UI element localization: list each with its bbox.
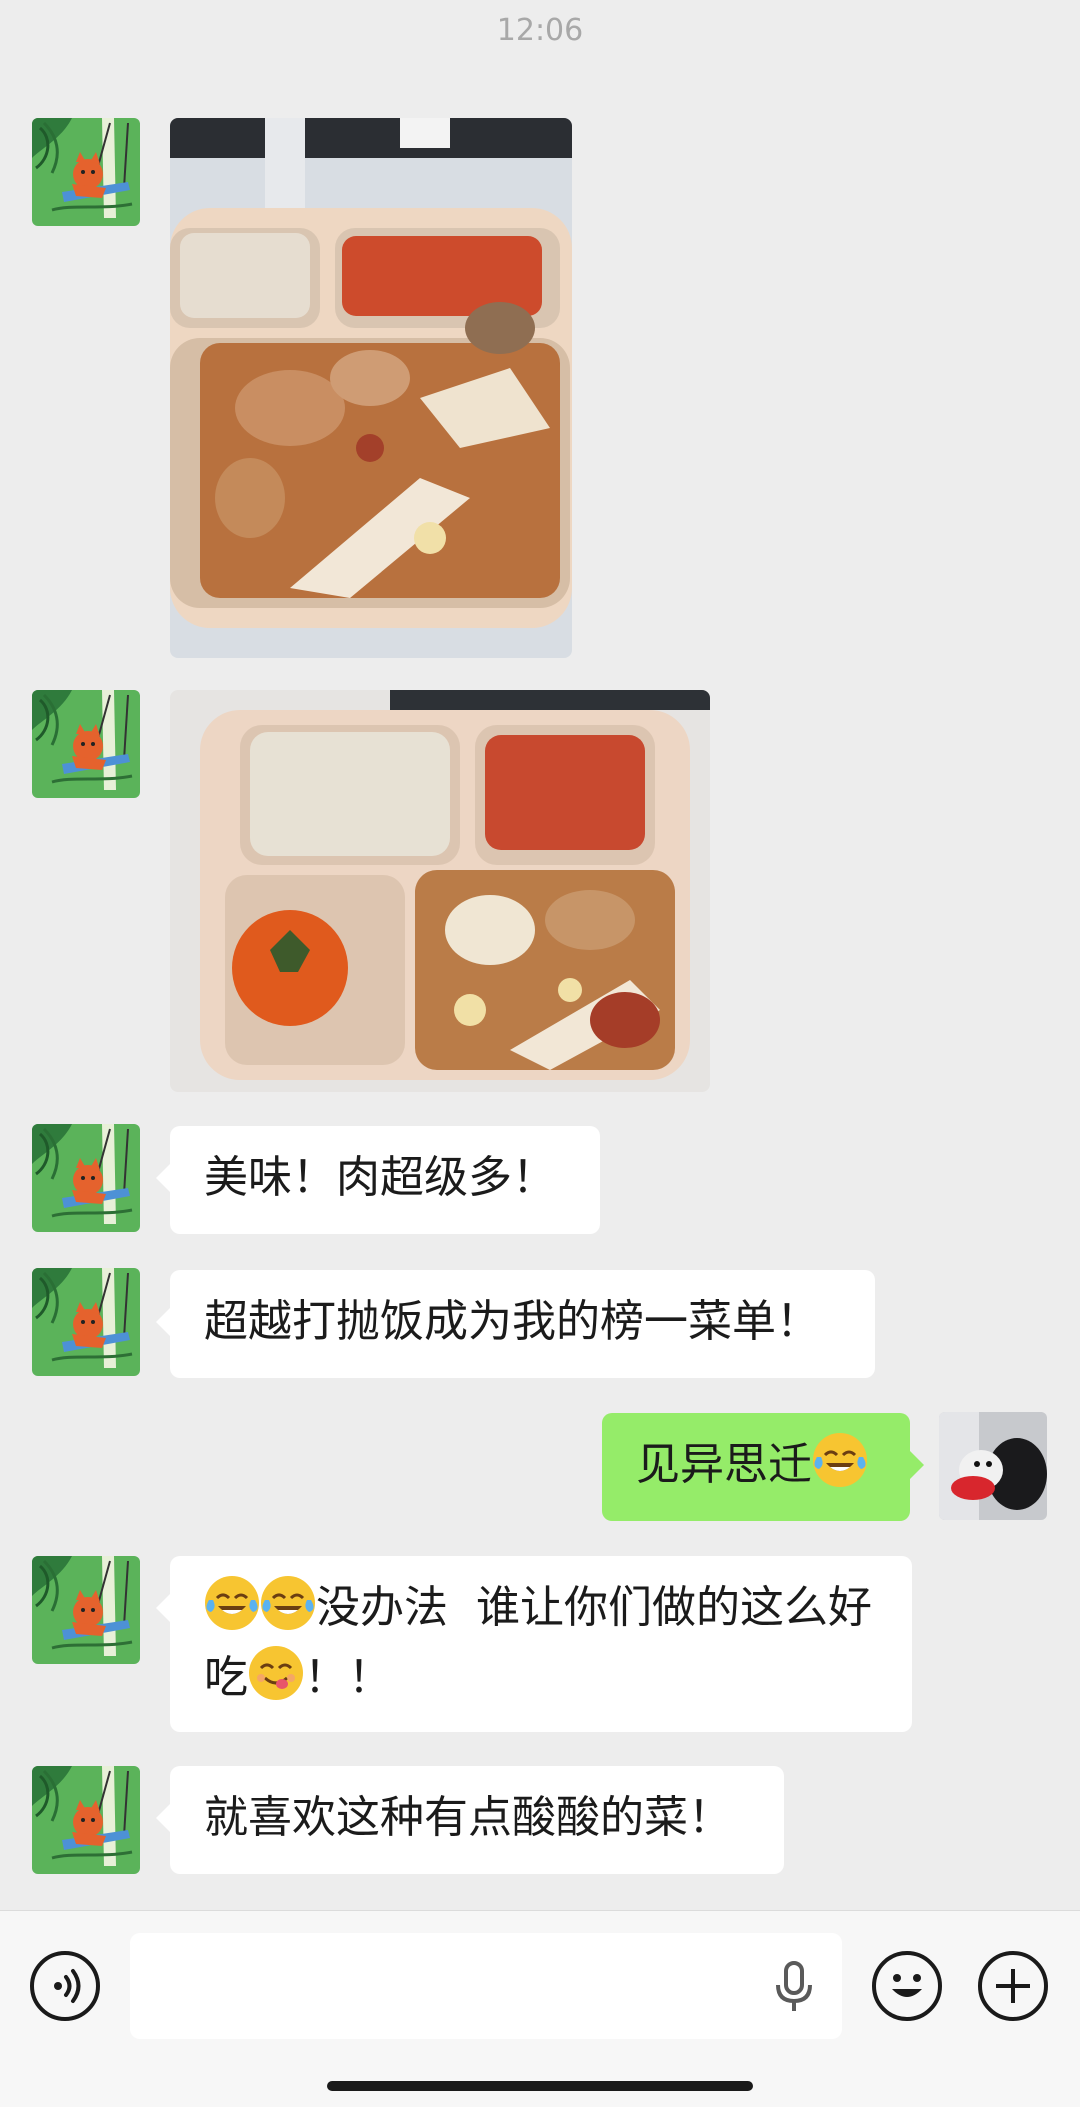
voice-toggle-icon[interactable] [30,1951,100,2021]
home-indicator[interactable] [327,2081,753,2091]
friend-avatar[interactable] [32,1556,140,1664]
message-text: ！！ [304,1652,392,1703]
timestamp: 12:06 [496,13,584,48]
message-text: 就喜欢这种有点酸酸的菜！ [204,1792,732,1843]
chat-input-bar [0,1910,1080,2107]
friend-avatar[interactable] [32,1268,140,1376]
friend-avatar[interactable] [32,690,140,798]
friend-avatar[interactable] [32,1124,140,1232]
tears-of-joy-emoji [261,1576,315,1630]
message-bubble[interactable]: 没办法 谁让你们做的这么好 吃 ！！ [156,1556,912,1732]
friend-avatar[interactable] [32,118,140,226]
message-bubble[interactable]: 超越打抛饭成为我的榜一菜单！ [156,1270,875,1378]
message-text: 见异思迁 [636,1439,812,1490]
tears-of-joy-emoji [205,1576,259,1630]
message-text: 超越打抛饭成为我的榜一菜单！ [204,1296,820,1347]
message-text: 吃 [204,1652,248,1703]
message-bubble[interactable]: 美味！肉超级多！ [156,1126,600,1234]
microphone-icon[interactable] [772,1959,816,2015]
yum-emoji [249,1646,303,1700]
message-text: 没办法 谁让你们做的这么好 [316,1582,872,1633]
self-avatar[interactable] [939,1412,1047,1520]
message-input[interactable] [130,1933,842,2039]
message-text: 美味！肉超级多！ [204,1152,556,1203]
plus-icon[interactable] [978,1951,1048,2021]
friend-avatar[interactable] [32,1766,140,1874]
message-bubble-self[interactable]: 见异思迁 [602,1413,924,1521]
food-photo-1[interactable] [170,118,572,658]
tears-of-joy-emoji [813,1433,867,1487]
message-bubble[interactable]: 就喜欢这种有点酸酸的菜！ [156,1766,784,1874]
food-photo-2[interactable] [170,690,710,1092]
emoji-icon[interactable] [872,1951,942,2021]
